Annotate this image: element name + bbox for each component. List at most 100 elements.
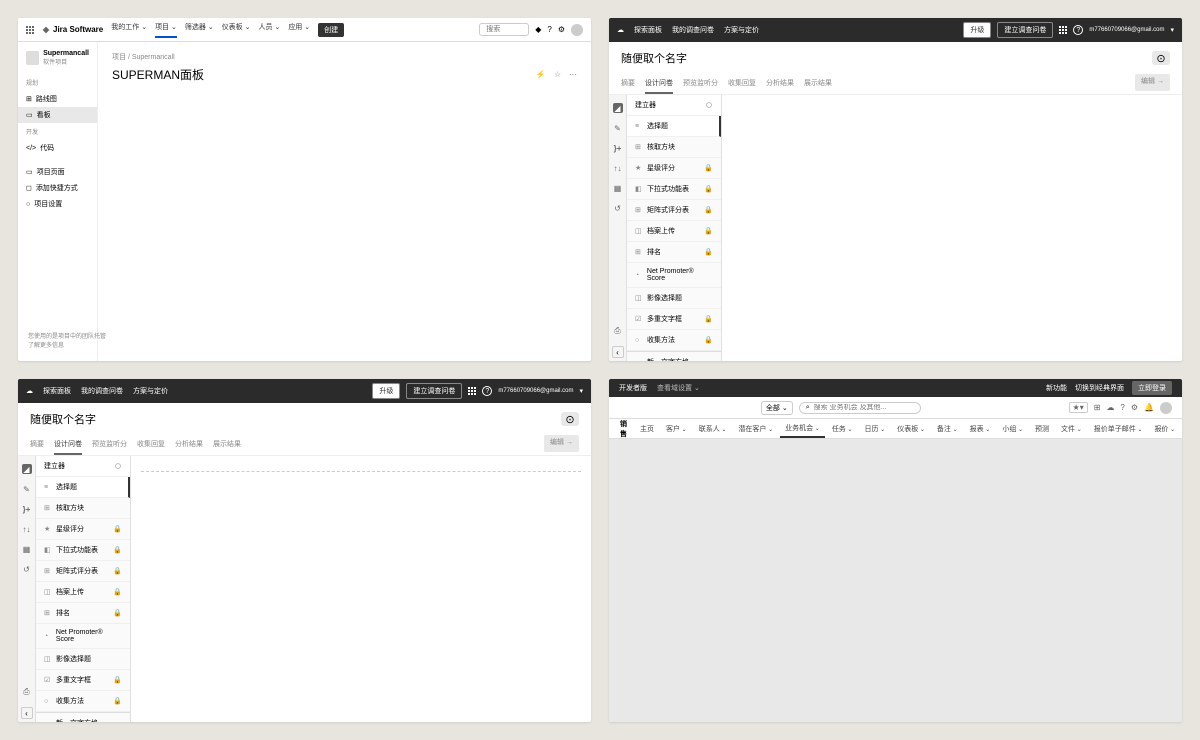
avatar[interactable] xyxy=(571,24,583,36)
question-type-item[interactable]: ◔Net Promoter® Score xyxy=(36,624,130,649)
sv-logo-icon[interactable]: ☁ xyxy=(617,26,624,34)
rail-options-icon[interactable]: ▦ xyxy=(22,544,32,554)
apps-icon[interactable] xyxy=(1059,26,1067,34)
sf-tab[interactable]: 报价 xyxy=(1149,421,1180,437)
question-type-item[interactable]: ◧下拉式功能表🔒 xyxy=(36,540,130,561)
edit-button[interactable]: 编辑 → xyxy=(544,435,579,452)
question-type-item[interactable]: ···新一文字方格 xyxy=(36,712,130,722)
rail-options-icon[interactable]: ▦ xyxy=(613,183,623,193)
question-type-item[interactable]: ★星级评分🔒 xyxy=(36,519,130,540)
sf-tab[interactable]: 日历 xyxy=(860,421,891,437)
edit-button[interactable]: 编辑 → xyxy=(1135,74,1170,91)
footer-line2[interactable]: 了解更多信息 xyxy=(28,342,106,351)
create-button[interactable]: 创建 xyxy=(318,23,344,37)
rail-print-icon[interactable]: ⎙ xyxy=(22,687,32,697)
menu-board[interactable]: ▭看板 xyxy=(18,107,97,123)
sf-tab[interactable]: 客户 xyxy=(661,421,692,437)
more-icon[interactable]: ⋯ xyxy=(569,70,577,79)
menu-pages[interactable]: ▭项目页面 xyxy=(18,164,97,180)
sf-tab[interactable]: 报表 xyxy=(965,421,996,437)
rail-format-icon[interactable]: ✎ xyxy=(613,123,623,133)
nav-dashboards[interactable]: 仪表板 ⌄ xyxy=(222,22,251,38)
question-type-item[interactable]: ○收集方法🔒 xyxy=(36,691,130,712)
create-survey-button[interactable]: 建立调查问卷 xyxy=(997,22,1053,38)
share-icon[interactable]: ⚡ xyxy=(536,70,546,79)
question-type-item[interactable]: ⊞矩阵式评分表🔒 xyxy=(627,200,721,221)
tab-collect[interactable]: 收集回复 xyxy=(137,435,165,455)
upgrade-button[interactable]: 升级 xyxy=(372,383,400,399)
rail-builder-icon[interactable]: ◢ xyxy=(22,464,32,474)
help-icon[interactable]: ? xyxy=(1120,403,1124,412)
tab-analyze[interactable]: 分析结果 xyxy=(175,435,203,455)
sf-tab[interactable]: 文件 xyxy=(1056,421,1087,437)
add-button[interactable]: ⊙ xyxy=(1152,51,1170,65)
question-type-item[interactable]: ···新一文字方格 xyxy=(627,351,721,361)
user-email[interactable]: m77660709066@gmail.com xyxy=(1089,27,1164,33)
tab-preview[interactable]: 预览监听分 xyxy=(683,74,718,94)
rail-print-icon[interactable]: ⎙ xyxy=(613,326,623,336)
apps-icon[interactable] xyxy=(468,387,476,395)
tab-present[interactable]: 展示结果 xyxy=(213,435,241,455)
question-type-item[interactable]: ◫档案上传🔒 xyxy=(36,582,130,603)
avatar[interactable] xyxy=(1160,402,1172,414)
rail-logic-icon[interactable]: ↑↓ xyxy=(22,524,32,534)
dropdown-icon[interactable]: ▾ xyxy=(579,387,583,395)
nav-pricing[interactable]: 方案与定价 xyxy=(724,25,759,35)
question-type-item[interactable]: ⊞排名🔒 xyxy=(36,603,130,624)
question-type-item[interactable]: ≡选择题 xyxy=(627,116,721,137)
tab-summary[interactable]: 摘要 xyxy=(621,74,635,94)
search-filter[interactable]: 全部 ⌄ xyxy=(761,401,793,415)
tab-design[interactable]: 设计问卷 xyxy=(645,74,673,94)
question-type-item[interactable]: ≡选择题 xyxy=(36,477,130,498)
nav-pricing[interactable]: 方案与定价 xyxy=(133,386,168,396)
question-type-item[interactable]: ⊞核取方块 xyxy=(627,137,721,158)
question-type-item[interactable]: ⊞核取方块 xyxy=(36,498,130,519)
rail-history-icon[interactable]: ↺ xyxy=(22,564,32,574)
nav-my-surveys[interactable]: 我的调查问卷 xyxy=(81,386,123,396)
question-type-item[interactable]: ⊞排名🔒 xyxy=(627,242,721,263)
tab-preview[interactable]: 预览监听分 xyxy=(92,435,127,455)
menu-code[interactable]: </>代码 xyxy=(18,140,97,156)
rail-format-icon[interactable]: ✎ xyxy=(22,484,32,494)
question-type-item[interactable]: ◔Net Promoter® Score xyxy=(627,263,721,288)
star-icon[interactable]: ☆ xyxy=(554,70,561,79)
tab-summary[interactable]: 摘要 xyxy=(30,435,44,455)
nav-apps[interactable]: 应用 ⌄ xyxy=(288,22,310,38)
sf-tab[interactable]: 任务 xyxy=(827,421,858,437)
user-email[interactable]: m77660709066@gmail.com xyxy=(498,388,573,394)
sf-tab[interactable]: 预测 xyxy=(1030,421,1054,437)
question-type-item[interactable]: ○收集方法🔒 xyxy=(627,330,721,351)
help-icon[interactable]: ? xyxy=(547,25,551,34)
menu-roadmap[interactable]: ⊞路线图 xyxy=(18,91,97,107)
upgrade-button[interactable]: 升级 xyxy=(963,22,991,38)
settings-icon[interactable]: ⚙ xyxy=(558,25,565,34)
gear-icon[interactable]: ⚙ xyxy=(1131,403,1138,412)
sf-tab[interactable]: 联系人 xyxy=(694,421,732,437)
dropdown-icon[interactable]: ▾ xyxy=(1170,26,1174,34)
search-input[interactable] xyxy=(814,404,914,411)
app-switcher-icon[interactable] xyxy=(26,26,34,34)
rail-builder-icon[interactable]: ◢ xyxy=(613,103,623,113)
question-type-item[interactable]: ◫档案上传🔒 xyxy=(627,221,721,242)
menu-shortcut[interactable]: ◻添加快捷方式 xyxy=(18,180,97,196)
star-icon[interactable]: ★▾ xyxy=(1069,402,1088,413)
bell-icon[interactable]: 🔔 xyxy=(1144,403,1154,412)
app-launcher-icon[interactable] xyxy=(615,424,616,434)
question-type-item[interactable]: ☑多重文字框🔒 xyxy=(36,670,130,691)
search-input[interactable] xyxy=(479,23,529,36)
rail-add-icon[interactable]: }+ xyxy=(22,504,32,514)
create-survey-button[interactable]: 建立调查问卷 xyxy=(406,383,462,399)
rail-collapse[interactable]: ‹ xyxy=(21,707,33,719)
trail-icon[interactable]: ☁ xyxy=(1106,403,1114,412)
sf-tab[interactable]: 小组 xyxy=(997,421,1028,437)
question-type-item[interactable]: ★星级评分🔒 xyxy=(627,158,721,179)
add-button[interactable]: ⊙ xyxy=(561,412,579,426)
question-type-item[interactable]: ◧下拉式功能表🔒 xyxy=(627,179,721,200)
nav-work[interactable]: 我的工作 ⌄ xyxy=(111,22,147,38)
survey-title[interactable]: 随便取个名字 xyxy=(30,411,96,427)
survey-title[interactable]: 随便取个名字 xyxy=(621,50,687,66)
nav-explore[interactable]: 探索面板 xyxy=(634,25,662,35)
breadcrumb[interactable]: 项目 / Supermancall xyxy=(112,52,577,62)
nav-people[interactable]: 人员 ⌄ xyxy=(259,22,281,38)
sf-tab[interactable]: 备注 xyxy=(932,421,963,437)
